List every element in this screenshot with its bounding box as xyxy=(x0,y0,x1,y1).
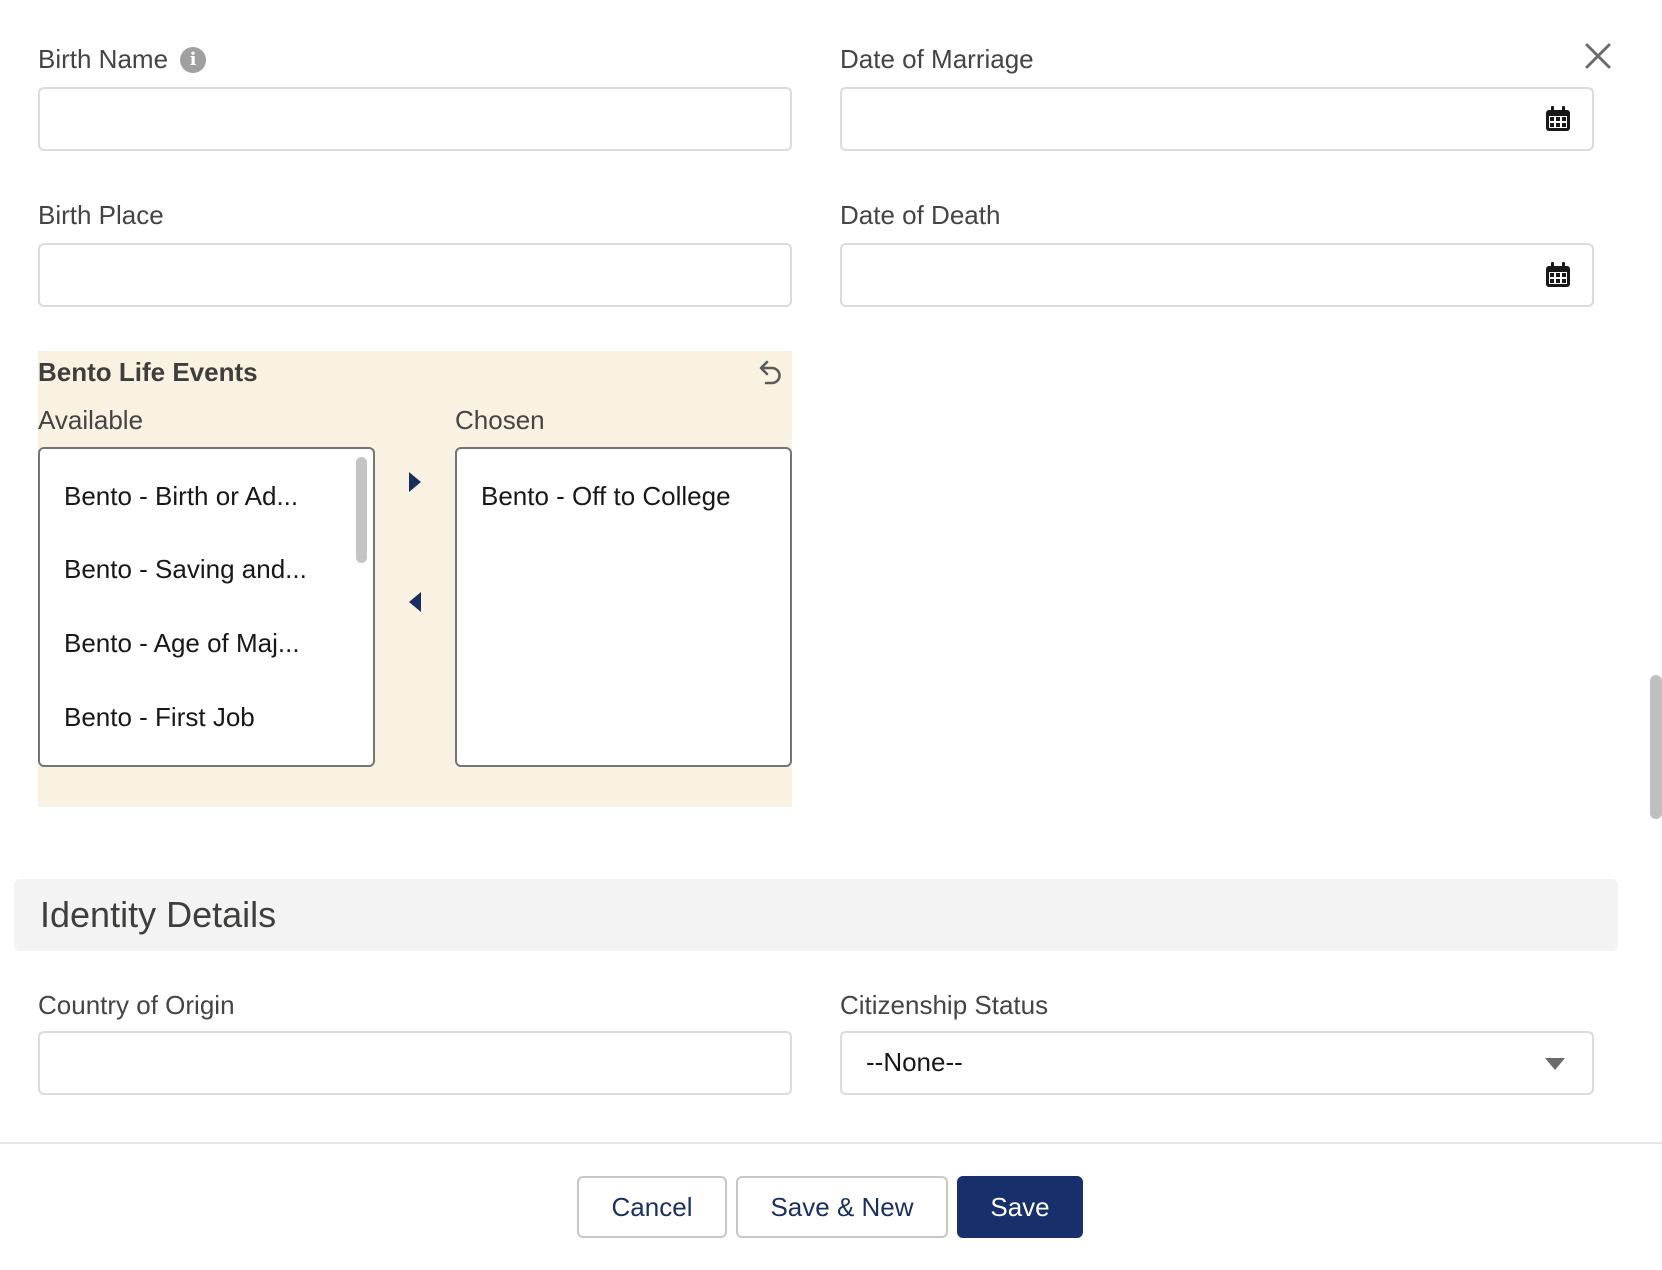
cancel-button[interactable]: Cancel xyxy=(577,1176,727,1238)
identity-section-header[interactable]: Identity Details xyxy=(14,879,1618,951)
citizenship-status-label: Citizenship Status xyxy=(840,990,1049,1020)
date-of-death-input[interactable] xyxy=(840,243,1594,307)
save-button[interactable]: Save xyxy=(957,1176,1083,1238)
life-events-panel: Bento Life Events Available Chosen Bento… xyxy=(38,351,792,807)
date-of-marriage-label: Date of Marriage xyxy=(840,44,1034,74)
date-of-marriage-field xyxy=(840,87,1594,151)
triangle-left-icon xyxy=(409,592,421,612)
listbox-scrollbar[interactable] xyxy=(356,457,367,563)
triangle-right-icon xyxy=(409,472,421,492)
chosen-listbox[interactable]: Bento - Off to College xyxy=(455,447,792,767)
available-listbox[interactable]: Bento - Birth or Ad... Bento - Saving an… xyxy=(38,447,375,767)
close-icon xyxy=(1585,43,1611,69)
birth-name-label: Birth Name xyxy=(38,44,169,74)
footer-divider xyxy=(0,1142,1662,1144)
calendar-icon[interactable] xyxy=(1544,261,1572,289)
available-label: Available xyxy=(38,405,144,435)
birth-name-input[interactable] xyxy=(38,87,792,151)
list-item[interactable]: Bento - Saving and... xyxy=(64,554,307,585)
birth-place-label: Birth Place xyxy=(38,200,164,230)
list-item[interactable]: Bento - Off to College xyxy=(481,481,731,512)
save-and-new-button[interactable]: Save & New xyxy=(736,1176,948,1238)
birth-place-input[interactable] xyxy=(38,243,792,307)
list-item[interactable]: Bento - Birth or Ad... xyxy=(64,481,298,512)
list-item[interactable]: Bento - First Job xyxy=(64,702,255,733)
birth-name-label-row: Birth Name i xyxy=(38,44,207,75)
info-icon[interactable]: i xyxy=(180,46,207,73)
list-item[interactable]: Bento - Age of Maj... xyxy=(64,628,300,659)
section-title: Identity Details xyxy=(40,894,277,935)
life-events-title: Bento Life Events xyxy=(38,357,258,387)
chosen-label: Chosen xyxy=(455,405,545,435)
date-of-marriage-input[interactable] xyxy=(840,87,1594,151)
undo-icon[interactable] xyxy=(754,359,784,389)
close-button[interactable] xyxy=(1582,40,1614,72)
country-of-origin-input[interactable] xyxy=(38,1031,792,1095)
date-of-death-field xyxy=(840,243,1594,307)
move-to-available-button[interactable] xyxy=(400,587,430,617)
move-to-chosen-button[interactable] xyxy=(400,467,430,497)
page-scrollbar[interactable] xyxy=(1650,675,1662,819)
date-of-death-label: Date of Death xyxy=(840,200,1001,230)
citizenship-status-select[interactable]: --None-- xyxy=(840,1031,1594,1095)
caret-down-icon xyxy=(1545,1058,1565,1070)
country-of-origin-label: Country of Origin xyxy=(38,990,235,1020)
calendar-icon[interactable] xyxy=(1544,105,1572,133)
citizenship-status-value: --None-- xyxy=(866,1047,963,1077)
